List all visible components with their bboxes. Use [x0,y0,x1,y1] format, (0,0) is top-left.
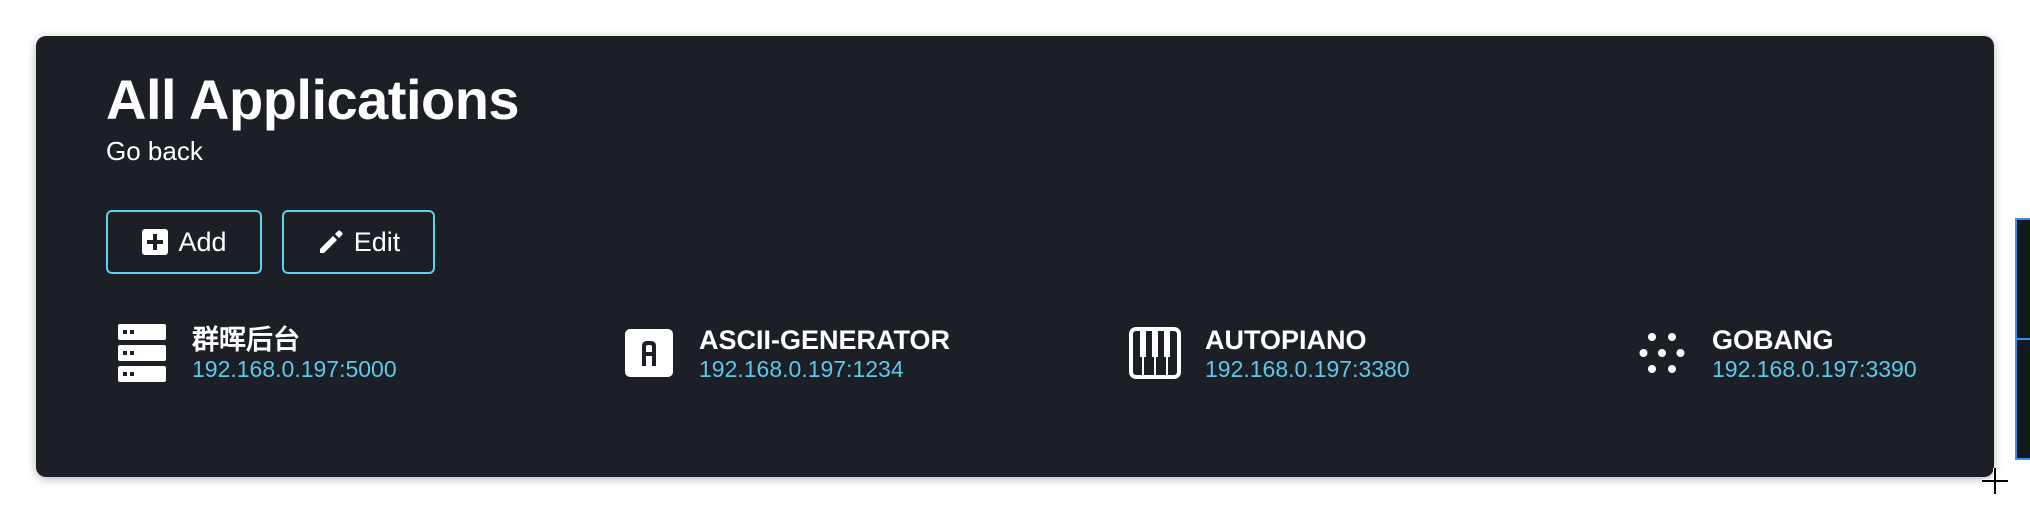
letter-a-icon [623,322,675,384]
app-address: 192.168.0.197:3390 [1712,356,1917,382]
applications-panel: All Applications Go back Add Edit 群晖后台 1… [36,36,1994,477]
app-name: AUTOPIANO [1205,325,1367,355]
crosshair-cursor-icon [1980,466,2010,496]
pencil-icon [317,228,345,256]
adjacent-window-edge [2015,218,2030,460]
app-name: 群晖后台 [192,325,300,355]
app-name: ASCII-GENERATOR [699,325,951,355]
app-address: 192.168.0.197:1234 [699,356,904,382]
app-item[interactable]: AUTOPIANO 192.168.0.197:3380 [1129,318,1410,388]
app-item[interactable]: GOBANG 192.168.0.197:3390 [1636,318,1917,388]
edit-button[interactable]: Edit [282,210,435,274]
page-title: All Applications [106,68,520,131]
app-item[interactable]: ASCII-GENERATOR 192.168.0.197:1234 [623,318,950,388]
add-button-label: Add [178,226,227,257]
app-address: 192.168.0.197:5000 [192,356,397,382]
add-button[interactable]: Add [106,210,262,274]
edit-button-label: Edit [353,226,401,257]
dots-icon [1636,322,1688,384]
piano-keys-icon [1129,322,1181,384]
plus-square-icon [141,228,169,256]
server-icon [116,322,168,384]
app-address: 192.168.0.197:3380 [1205,356,1410,382]
app-name: GOBANG [1712,325,1834,355]
applications-list: 群晖后台 192.168.0.197:5000 ASCII-GENERATOR … [36,318,1994,398]
app-item[interactable]: 群晖后台 192.168.0.197:5000 [116,318,397,388]
go-back-link[interactable]: Go back [106,138,203,164]
